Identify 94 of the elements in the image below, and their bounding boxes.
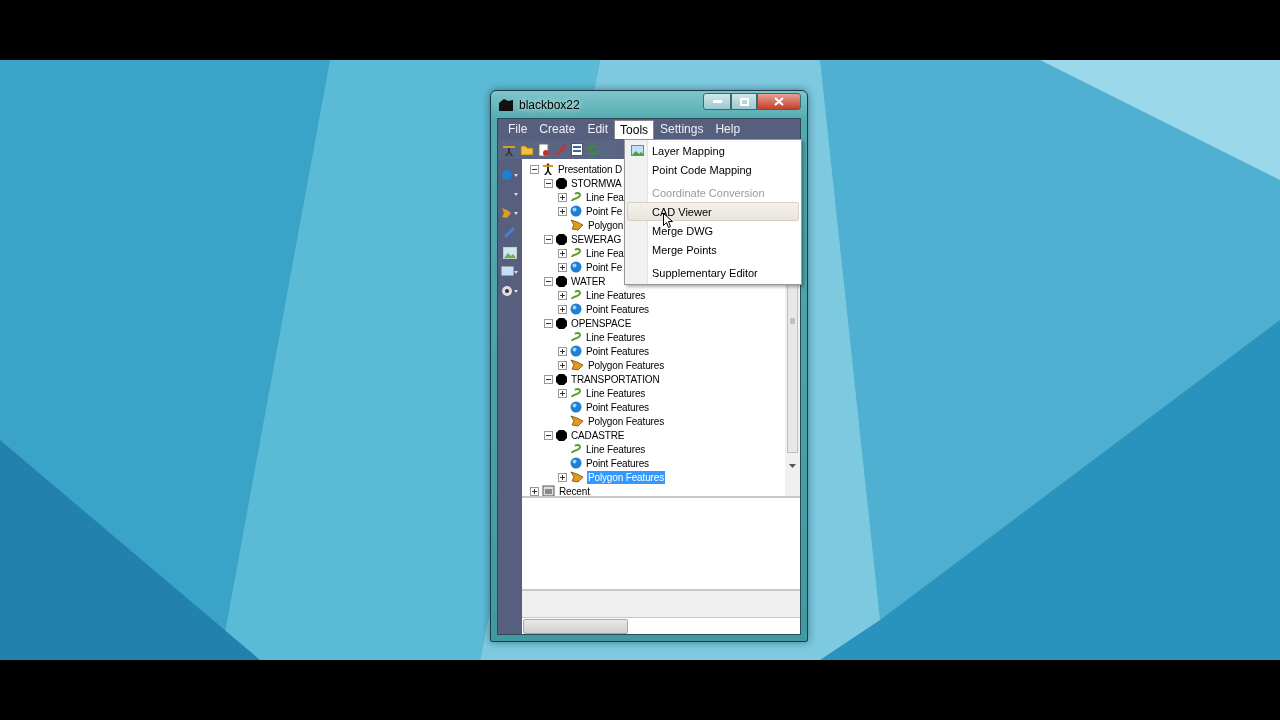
collapse-icon[interactable]	[544, 374, 553, 384]
tree-item[interactable]: TRANSPORTATION	[570, 372, 661, 386]
collapse-icon[interactable]	[530, 164, 539, 174]
tree-item[interactable]: Point Features	[585, 400, 650, 414]
close-icon	[774, 97, 784, 106]
collapse-icon[interactable]	[544, 276, 553, 286]
curve-icon	[570, 387, 582, 399]
menu-item[interactable]: Supplementary Editor	[627, 263, 799, 282]
globe-icon	[570, 457, 582, 469]
window-title: blackbox22	[519, 97, 580, 112]
tree-item[interactable]: Line Fea	[585, 246, 625, 260]
expand-icon[interactable]	[558, 262, 567, 272]
app-logo-icon	[498, 97, 514, 112]
expand-icon[interactable]	[558, 290, 567, 300]
expand-icon[interactable]	[558, 206, 567, 216]
menu-item[interactable]: Merge DWG	[627, 221, 799, 240]
expand-icon[interactable]	[558, 388, 567, 398]
menu-item[interactable]: Tools	[614, 120, 655, 139]
curve-icon	[570, 247, 582, 259]
tree-item[interactable]: Recent	[558, 484, 591, 496]
tree-item[interactable]: Line Fea	[585, 190, 625, 204]
image-icon	[631, 145, 644, 156]
form-icon[interactable]	[571, 143, 583, 156]
hexagon-icon	[556, 373, 567, 385]
expand-icon[interactable]	[558, 346, 567, 356]
document-icon[interactable]	[537, 142, 551, 157]
curve-icon	[570, 331, 582, 343]
close-button[interactable]	[757, 93, 801, 110]
tree-item[interactable]: SEWERAG	[570, 232, 623, 246]
expand-icon[interactable]	[558, 360, 567, 370]
globe-icon	[570, 205, 582, 217]
tree-item[interactable]: Point Features	[585, 344, 650, 358]
polygon-icon	[570, 415, 584, 427]
globe-icon	[570, 261, 582, 273]
expand-icon[interactable]	[558, 472, 567, 482]
globe-icon	[570, 303, 582, 315]
menu-item[interactable]: Settings	[654, 120, 710, 139]
tree-item[interactable]: STORMWA	[570, 176, 623, 190]
tree-item[interactable]: Polygon Features	[587, 358, 665, 372]
expand-icon[interactable]	[558, 248, 567, 258]
tree-item[interactable]: Line Features	[585, 442, 647, 456]
expand-icon[interactable]	[558, 304, 567, 314]
folder-icon[interactable]	[520, 143, 534, 156]
tree-item[interactable]: Polygon	[587, 218, 625, 232]
tree-item[interactable]: CADASTRE	[570, 428, 626, 442]
maximize-icon	[739, 97, 749, 106]
globe-icon	[570, 401, 582, 413]
curve-icon	[570, 191, 582, 203]
menu-item[interactable]: Create	[533, 120, 582, 139]
monitor-icon[interactable]	[501, 266, 519, 278]
hexagon-icon	[556, 429, 567, 441]
tree-item[interactable]: OPENSPACE	[570, 316, 633, 330]
folder-icon	[542, 485, 555, 496]
globe-icon[interactable]	[501, 169, 519, 181]
curve-icon	[570, 443, 582, 455]
surveyor-icon	[542, 163, 554, 175]
disc-icon[interactable]	[501, 285, 519, 297]
menu-item[interactable]: File	[502, 120, 534, 139]
menu-item[interactable]: Edit	[581, 120, 615, 139]
hexagon-icon	[556, 233, 567, 245]
hexagon-icon	[556, 177, 567, 189]
hexagon-icon	[556, 275, 567, 287]
menu-item[interactable]: Help	[709, 120, 747, 139]
polygon-icon	[570, 359, 584, 371]
polygon-icon	[570, 471, 584, 483]
collapse-icon[interactable]	[544, 234, 553, 244]
tree-item[interactable]: Line Features	[585, 386, 647, 400]
hexagon-icon	[556, 317, 567, 329]
collapse-icon[interactable]	[544, 430, 553, 440]
tree-item[interactable]: Line Features	[585, 330, 647, 344]
collapse-icon[interactable]	[544, 178, 553, 188]
tree-item[interactable]: WATER	[570, 274, 607, 288]
minimize-button[interactable]	[703, 93, 731, 110]
menu-item[interactable]: CAD Viewer	[627, 202, 799, 221]
tree-item[interactable]: Point Features	[585, 456, 650, 470]
menu-item[interactable]: Merge Points	[627, 240, 799, 259]
expand-icon[interactable]	[530, 486, 539, 496]
tree-item[interactable]: Presentation D	[557, 162, 624, 176]
tree-item[interactable]: Point Features	[585, 302, 650, 316]
tree-item[interactable]: Polygon Features	[587, 414, 665, 428]
tree-item[interactable]: Point Fe	[585, 260, 624, 274]
menu-item[interactable]: Point Code Mapping	[627, 160, 799, 179]
tree-item[interactable]: Point Fe	[585, 204, 624, 218]
polygon-icon	[570, 219, 584, 231]
collapse-icon[interactable]	[544, 318, 553, 328]
minimize-icon	[712, 100, 722, 103]
globe-icon	[570, 345, 582, 357]
polygon-icon[interactable]	[501, 207, 519, 219]
scroll-thumb[interactable]	[523, 618, 628, 634]
tree-item[interactable]: Line Features	[585, 288, 647, 302]
curve-icon	[570, 289, 582, 301]
maximize-button[interactable]	[731, 93, 757, 110]
scroll-down-icon[interactable]	[788, 463, 797, 469]
expand-icon[interactable]	[558, 192, 567, 202]
